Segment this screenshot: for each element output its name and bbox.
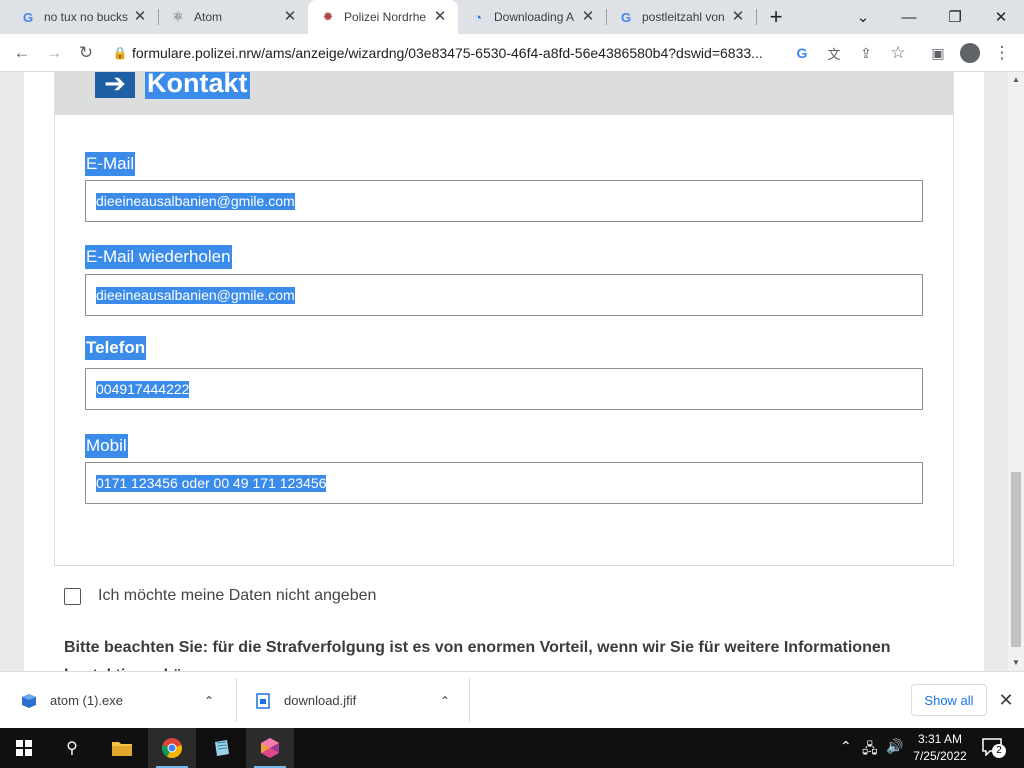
download-item-jfif[interactable]: download.jfif ⌃ — [254, 672, 454, 729]
arrow-right-icon: ➔ — [95, 72, 135, 98]
lock-icon: 🔒 — [112, 46, 128, 60]
restore-icon[interactable]: ❐ — [932, 0, 978, 34]
close-window-icon[interactable]: ✕ — [978, 0, 1024, 34]
clock-time: 3:31 AM — [917, 732, 963, 746]
telefon-label: Telefon — [85, 336, 147, 360]
system-clock[interactable]: 3:31 AM 7/25/2022 — [908, 731, 972, 765]
notepad-icon[interactable] — [198, 728, 246, 768]
page-viewport: ➔ Kontakt E-Mail dieeineausalbanien@gmil… — [0, 72, 1008, 671]
tab-title: postleitzahl von — [642, 10, 725, 24]
notification-center-icon[interactable]: 2 — [980, 736, 1012, 760]
atom-app-icon[interactable] — [246, 728, 294, 768]
opt-out-row[interactable]: Ich möchte meine Daten nicht angeben — [64, 587, 376, 605]
windows-start-icon[interactable] — [0, 728, 48, 768]
chevron-up-icon[interactable]: ⌃ — [440, 694, 450, 708]
clock-date: 7/25/2022 — [913, 749, 967, 763]
show-hidden-icons-icon[interactable]: ⌃ — [840, 738, 852, 755]
image-file-icon — [254, 692, 272, 710]
address-bar[interactable]: 🔒 formulare.polizei.nrw/ams/anzeige/wiza… — [108, 37, 818, 69]
opt-out-label[interactable]: Ich möchte meine Daten nicht angeben — [98, 587, 376, 605]
installer-icon — [20, 692, 38, 710]
tab-downloading[interactable]: ◔ Downloading A ✕ — [458, 0, 606, 34]
share-icon[interactable]: ⇪ — [852, 39, 880, 67]
page-scrollbar[interactable]: ▲ ▼ — [1008, 72, 1024, 671]
google-g-icon: G — [620, 9, 632, 25]
file-explorer-icon[interactable] — [98, 728, 146, 768]
close-tab-icon[interactable]: ✕ — [580, 9, 596, 25]
browser-toolbar: ← → ↻ 🔒 formulare.polizei.nrw/ams/anzeig… — [0, 34, 1024, 72]
tab-title: Downloading A — [494, 10, 575, 24]
minimize-icon[interactable]: — — [886, 0, 932, 34]
side-panel-icon[interactable]: ▣ — [924, 39, 952, 67]
download-item-atom[interactable]: atom (1).exe ⌃ — [20, 672, 220, 729]
close-tab-icon[interactable]: ✕ — [432, 9, 448, 25]
download-filename: download.jfif — [284, 693, 357, 708]
close-tab-icon[interactable]: ✕ — [730, 9, 746, 25]
volume-icon[interactable]: 🔊 — [886, 738, 903, 755]
email-repeat-value: dieeineausalbanien@gmile.com — [96, 286, 295, 304]
mobil-field[interactable]: 0171 123456 oder 00 49 171 123456 — [85, 462, 923, 504]
telefon-field[interactable]: 004917444222 — [85, 368, 923, 410]
shelf-divider — [236, 678, 237, 722]
tab-search-icon[interactable]: ⌄ — [840, 0, 886, 34]
show-all-button[interactable]: Show all — [911, 684, 987, 716]
google-g-icon[interactable]: G — [788, 39, 816, 67]
telefon-value: 004917444222 — [96, 380, 190, 398]
download-filename: atom (1).exe — [50, 693, 123, 708]
notice-text: Bitte beachten Sie: für die Strafverfolg… — [64, 639, 891, 671]
tab-title: Atom — [194, 10, 223, 24]
tab-no-tux[interactable]: G no tux no bucks ✕ — [8, 0, 158, 34]
notice-clip: Bitte beachten Sie: für die Strafverfolg… — [0, 627, 1008, 671]
email-field[interactable]: dieeineausalbanien@gmile.com — [85, 180, 923, 222]
shelf-divider — [469, 678, 470, 722]
download-shelf: atom (1).exe ⌃ download.jfif ⌃ Show all … — [0, 671, 1024, 728]
back-icon[interactable]: ← — [8, 39, 36, 67]
translate-icon[interactable]: 文 — [820, 39, 848, 67]
search-icon[interactable]: ⚲ — [48, 728, 96, 768]
email-value: dieeineausalbanien@gmile.com — [96, 192, 295, 210]
mobil-value: 0171 123456 oder 00 49 171 123456 — [96, 474, 327, 492]
tab-title: Polizei Nordrhe — [344, 10, 427, 24]
network-icon[interactable]: 🖧 — [862, 738, 878, 762]
bookmark-star-icon[interactable]: ☆ — [884, 39, 912, 67]
email-repeat-field[interactable]: dieeineausalbanien@gmile.com — [85, 274, 923, 316]
close-tab-icon[interactable]: ✕ — [132, 9, 148, 25]
close-shelf-icon[interactable]: ✕ — [996, 688, 1016, 712]
google-g-icon: G — [22, 9, 34, 25]
tab-atom[interactable]: ⚛ Atom ✕ — [158, 0, 308, 34]
section-header: ➔ Kontakt — [55, 72, 953, 115]
reload-icon[interactable]: ↻ — [72, 39, 100, 67]
windows-taskbar: ⚲ ⌃ 🖧 🔊 3:31 AM 7/25/2022 2 — [0, 728, 1024, 768]
tab-title: no tux no bucks — [44, 10, 129, 24]
email-label: E-Mail — [85, 152, 136, 176]
chevron-up-icon[interactable]: ⌃ — [204, 694, 214, 708]
forward-icon[interactable]: → — [40, 39, 68, 67]
scroll-up-icon[interactable]: ▲ — [1008, 72, 1024, 88]
url-text: formulare.polizei.nrw/ams/anzeige/wizard… — [132, 45, 763, 61]
scroll-down-icon[interactable]: ▼ — [1008, 655, 1024, 671]
mobil-label: Mobil — [85, 434, 128, 458]
tab-postleitzahl[interactable]: G postleitzahl von ✕ — [606, 0, 756, 34]
tab-strip: G no tux no bucks ✕ ⚛ Atom ✕ ✹ Polizei N… — [0, 0, 1024, 34]
polizei-icon: ✹ — [322, 9, 334, 24]
close-tab-icon[interactable]: ✕ — [282, 9, 298, 25]
loading-icon: ◔ — [474, 9, 482, 25]
notification-count: 2 — [992, 744, 1006, 758]
menu-kebab-icon[interactable]: ⋮ — [988, 39, 1016, 67]
atom-icon: ⚛ — [172, 9, 184, 24]
tab-polizei[interactable]: ✹ Polizei Nordrhe ✕ — [308, 0, 458, 34]
new-tab-icon[interactable]: + — [756, 0, 796, 34]
section-title: Kontakt — [145, 72, 250, 99]
scrollbar-thumb[interactable] — [1011, 472, 1021, 647]
profile-avatar-icon[interactable] — [956, 39, 984, 67]
email-repeat-label: E-Mail wiederholen — [85, 245, 232, 269]
chrome-icon[interactable] — [148, 728, 196, 768]
opt-out-checkbox[interactable] — [64, 587, 81, 605]
